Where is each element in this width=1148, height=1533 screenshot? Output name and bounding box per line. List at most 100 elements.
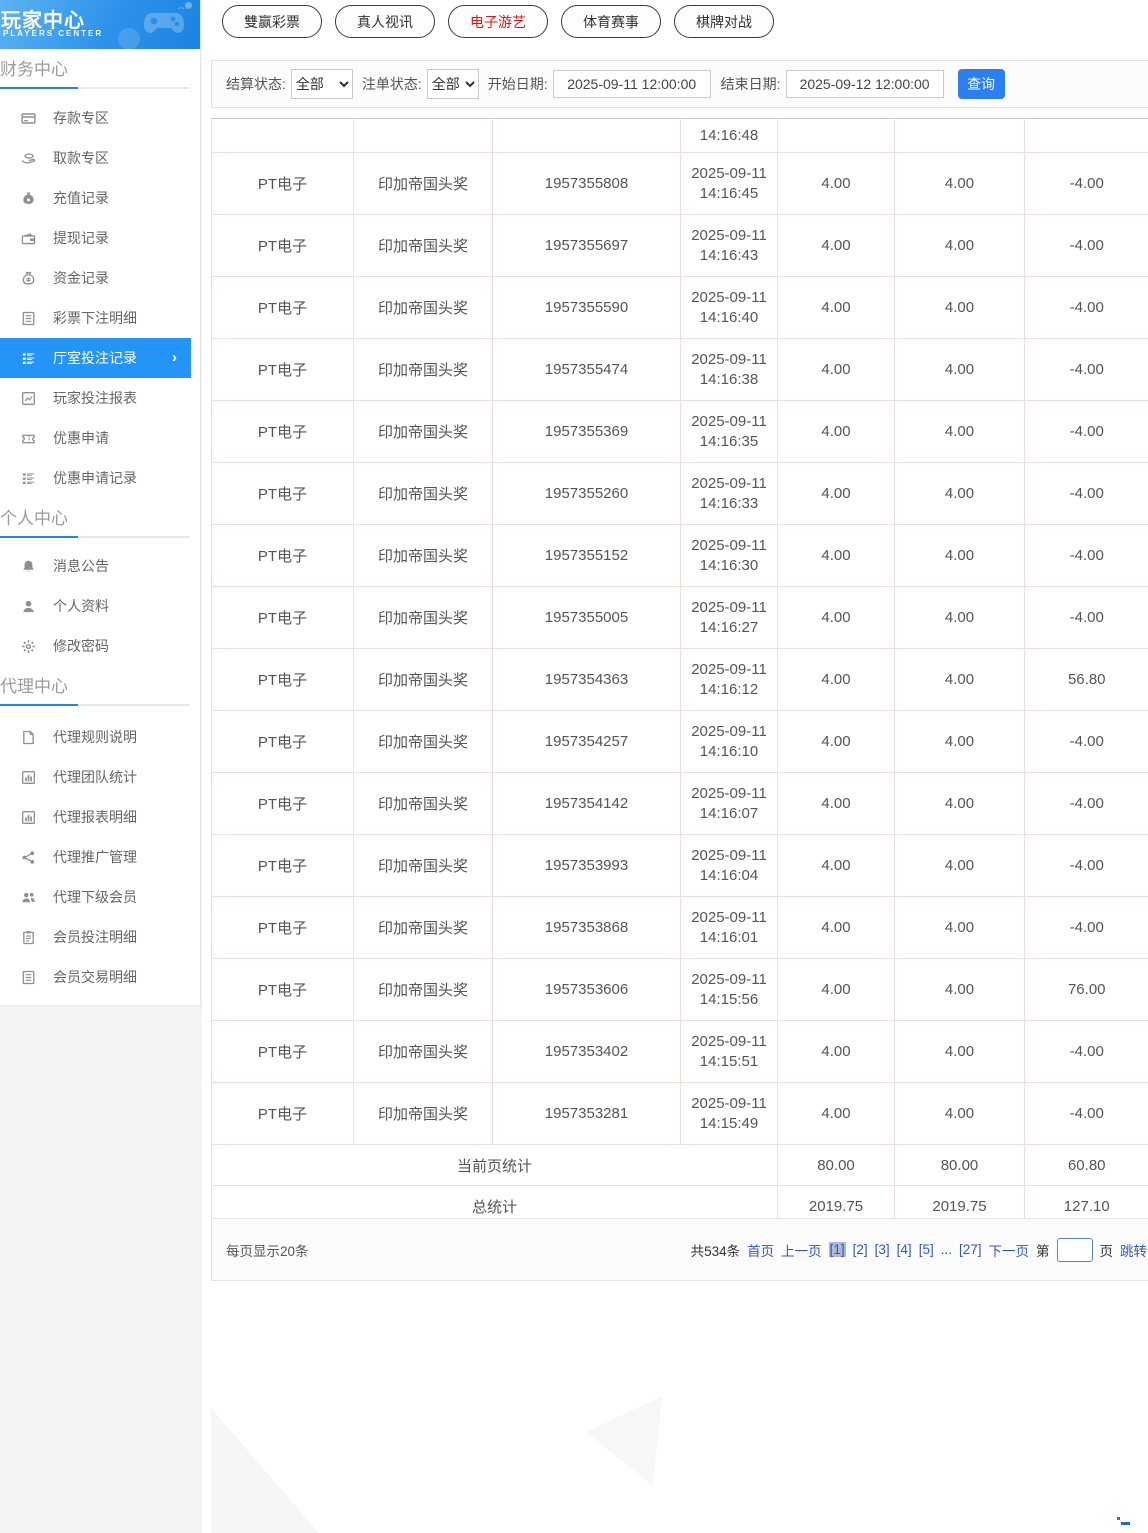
- sidebar-item[interactable]: 提现记录: [0, 218, 200, 258]
- cell-bet-amount: 4.00: [777, 524, 895, 587]
- pagination-controls: 共534条 首页 上一页 [1] [2] [3] [4] [5] ... [27] 下一…: [691, 1237, 1148, 1262]
- sidebar: 玩家中心 PLAYERS CENTER 财务中心 存款专区 取款专区 充值记录 提现记录…: [0, 0, 202, 1533]
- sidebar-item-label: 修改密码: [53, 638, 109, 654]
- bell-icon: [20, 558, 36, 574]
- next-page-link[interactable]: 下一页: [989, 1240, 1030, 1260]
- sidebar-item[interactable]: 代理下级会员: [0, 877, 200, 917]
- page-number-link[interactable]: [4]: [897, 1242, 912, 1257]
- cell-time-line: 14:15:56: [699, 990, 759, 1008]
- query-button[interactable]: 查询: [957, 69, 1005, 99]
- cell-game: 印加帝国头奖: [353, 400, 493, 463]
- sidebar-item[interactable]: 代理推广管理: [0, 837, 200, 877]
- page-number-link[interactable]: [3]: [875, 1242, 890, 1257]
- cell-provider: PT电子: [211, 338, 354, 401]
- cell-datetime: 2025-09-11 14:16:10: [680, 710, 778, 773]
- sidebar-section-title: 财务中心: [0, 60, 68, 79]
- jump-page-input[interactable]: [1056, 1237, 1093, 1262]
- sidebar-item[interactable]: 修改密码: [0, 626, 200, 666]
- page-number-link[interactable]: [5]: [919, 1242, 934, 1257]
- sidebar-item-label: 优惠申请记录: [53, 470, 137, 486]
- game-tab[interactable]: 棋牌对战: [674, 5, 774, 38]
- cell-bet-id: 1957354257: [492, 710, 681, 773]
- cell-provider: PT电子: [211, 152, 354, 215]
- table-row: PT电子 印加帝国头奖 1957355697 2025-09-11 14:16:43 4.…: [211, 214, 1148, 277]
- sidebar-item[interactable]: 优惠申请记录: [0, 458, 200, 498]
- cell-win-loss: -4.00: [1024, 834, 1148, 897]
- document-lines-icon: [20, 310, 36, 326]
- table-row: PT电子 印加帝国头奖 1957355369 2025-09-11 14:16:35 4.…: [211, 400, 1148, 463]
- withdraw-hand-icon: [20, 150, 36, 166]
- sidebar-item[interactable]: 消息公告: [0, 546, 200, 586]
- cell-bet-id: 1957353868: [492, 896, 681, 959]
- cell-empty: [894, 118, 1025, 153]
- sidebar-item[interactable]: 会员投注明细: [0, 917, 200, 957]
- jump-button[interactable]: 跳转: [1120, 1240, 1147, 1260]
- sidebar-item[interactable]: 代理报表明细: [0, 797, 200, 837]
- cell-datetime: 2025-09-11 14:16:04: [680, 834, 778, 897]
- game-tab[interactable]: 电子游艺: [448, 5, 548, 38]
- sidebar-item[interactable]: 彩票下注明细: [0, 298, 200, 338]
- cell-game: 印加帝国头奖: [353, 1020, 493, 1083]
- sidebar-item[interactable]: 优惠申请: [0, 418, 200, 458]
- pagination-bar: 每页显示20条 共534条 首页 上一页 [1] [2] [3] [4] [5] ...…: [211, 1218, 1148, 1281]
- last-page-number-link[interactable]: [27]: [959, 1242, 982, 1257]
- cell-bet-id: 1957353281: [492, 1082, 681, 1145]
- table-row: PT电子 印加帝国头奖 1957355005 2025-09-11 14:16:27 4.…: [211, 586, 1148, 649]
- first-page-link[interactable]: 首页: [747, 1240, 774, 1260]
- cell-bet-id: 1957353993: [492, 834, 681, 897]
- sidebar-item[interactable]: 个人资料: [0, 586, 200, 626]
- sidebar-item[interactable]: 代理团队统计: [0, 757, 200, 797]
- cell-date-line: 2025-09-11: [691, 412, 767, 430]
- cell-bet-id: 1957353402: [492, 1020, 681, 1083]
- cell-provider: PT电子: [211, 958, 354, 1021]
- cell-time-line: 14:16:30: [699, 556, 759, 574]
- sidebar-item[interactable]: 会员交易明细: [0, 957, 200, 997]
- summary-bet-amount: 80.00: [777, 1144, 895, 1186]
- cell-bet-amount: 4.00: [777, 834, 895, 897]
- sidebar-item[interactable]: 存款专区: [0, 98, 200, 138]
- sidebar-item[interactable]: 充值记录: [0, 178, 200, 218]
- cell-game: 印加帝国头奖: [353, 338, 493, 401]
- end-date-input[interactable]: [785, 70, 944, 98]
- cell-bet-id: 1957355808: [492, 152, 681, 215]
- cell-game: 印加帝国头奖: [353, 648, 493, 711]
- sidebar-item-label: 优惠申请: [53, 430, 109, 446]
- sidebar-item-label: 个人资料: [53, 598, 109, 614]
- cell-bet-amount: 4.00: [777, 772, 895, 835]
- sidebar-item[interactable]: 玩家投注报表: [0, 378, 200, 418]
- cell-valid-amount: 4.00: [894, 1020, 1025, 1083]
- start-date-input[interactable]: [552, 70, 711, 98]
- sidebar-item[interactable]: 代理规则说明: [0, 717, 200, 757]
- game-tab[interactable]: 体育赛事: [561, 5, 661, 38]
- chevron-right-icon: ›: [172, 348, 177, 366]
- sidebar-section-title: 代理中心: [0, 677, 68, 696]
- sidebar-item[interactable]: 取款专区: [0, 138, 200, 178]
- prev-page-link[interactable]: 上一页: [781, 1240, 822, 1260]
- game-tab[interactable]: 雙赢彩票: [222, 5, 322, 38]
- page-ellipsis: ...: [940, 1242, 952, 1257]
- clipboard-icon: [20, 929, 36, 945]
- cell-empty: [353, 118, 493, 153]
- cell-time-line: 14:16:27: [699, 618, 759, 636]
- page-number-link[interactable]: [1]: [828, 1242, 846, 1257]
- order-status-select[interactable]: 全部: [426, 69, 479, 99]
- game-tab[interactable]: 真人视讯: [335, 5, 435, 38]
- cell-empty: [777, 118, 895, 153]
- summary-valid-amount: 80.00: [894, 1144, 1025, 1186]
- game-tabs: 雙赢彩票 真人视讯 电子游艺 体育赛事 棋牌对战: [222, 5, 774, 38]
- jump-prefix-label: 第: [1036, 1243, 1050, 1259]
- summary-label: 当前页统计: [211, 1144, 778, 1186]
- settle-status-select[interactable]: 全部: [290, 69, 353, 99]
- sidebar-item[interactable]: 厅室投注记录 ›: [0, 338, 191, 378]
- cell-date-line: 2025-09-11: [691, 288, 767, 306]
- cell-game: 印加帝国头奖: [353, 152, 493, 215]
- sidebar-item-label: 玩家投注报表: [53, 390, 137, 406]
- sidebar-section-items: 代理规则说明 代理团队统计 代理报表明细 代理推广管理 代理下级会员 会员投注明细 会员交易…: [0, 717, 200, 997]
- cell-datetime: 2025-09-11 14:16:45: [680, 152, 778, 215]
- sidebar-item[interactable]: 资金记录: [0, 258, 200, 298]
- cell-provider: PT电子: [211, 462, 354, 525]
- cell-bet-amount: 4.00: [777, 958, 895, 1021]
- user-icon: [20, 598, 36, 614]
- cell-bet-amount: 4.00: [777, 338, 895, 401]
- page-number-link[interactable]: [2]: [853, 1242, 868, 1257]
